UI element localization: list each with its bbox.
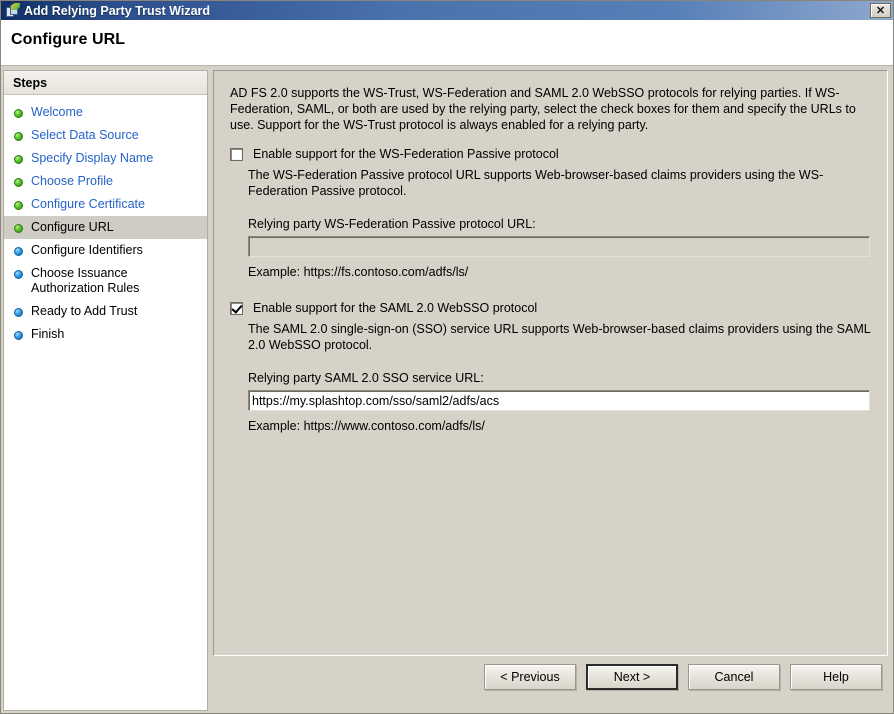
saml-example: Example: https://www.contoso.com/adfs/ls… [248,419,485,433]
sidebar-item-specify-display-name[interactable]: Specify Display Name [4,147,207,170]
sidebar-item-label: Configure Certificate [31,197,145,211]
step-status-icon [14,201,23,210]
wsfed-checkbox-label[interactable]: Enable support for the WS-Federation Pas… [253,147,559,161]
wizard-dialog: Add Relying Party Trust Wizard ✕ Configu… [0,0,894,714]
cancel-button[interactable]: Cancel [688,664,780,690]
step-status-icon [14,270,23,279]
sidebar-item-finish[interactable]: Finish [4,323,207,346]
steps-list: Welcome Select Data Source Specify Displ… [4,95,207,346]
wsfed-checkbox-row[interactable]: Enable support for the WS-Federation Pas… [230,147,871,161]
sidebar-item-welcome[interactable]: Welcome [4,101,207,124]
sidebar-item-label: Finish [31,327,65,341]
sidebar-item-label: Ready to Add Trust [31,304,138,318]
wsfed-description: The WS-Federation Passive protocol URL s… [248,168,824,198]
wsfed-example: Example: https://fs.contoso.com/adfs/ls/ [248,265,469,279]
step-status-icon [14,155,23,164]
saml-description: The SAML 2.0 single-sign-on (SSO) servic… [248,322,871,352]
next-button[interactable]: Next > [586,664,678,690]
sidebar-item-label: Welcome [31,105,83,119]
saml-url-input[interactable] [248,390,870,411]
wsfed-enable-checkbox[interactable] [230,147,243,161]
sidebar-item-label: Specify Display Name [31,151,154,165]
steps-sidebar: Steps Welcome Select Data Source Specify… [3,70,208,711]
saml-checkbox-label[interactable]: Enable support for the SAML 2.0 WebSSO p… [253,301,537,315]
footer-buttons: < Previous Next > Cancel Help [213,664,888,704]
page-title: Configure URL [11,31,126,48]
previous-button[interactable]: < Previous [484,664,576,690]
sidebar-item-label: Choose Profile [31,174,113,188]
content-panel: AD FS 2.0 supports the WS-Trust, WS-Fede… [213,70,888,656]
window-title: Add Relying Party Trust Wizard [24,3,211,18]
saml-url-label: Relying party SAML 2.0 SSO service URL: [248,371,484,385]
sidebar-item-configure-certificate[interactable]: Configure Certificate [4,193,207,216]
step-status-icon [14,224,23,233]
intro-paragraph: AD FS 2.0 supports the WS-Trust, WS-Fede… [230,86,856,132]
header-band: Configure URL [1,20,893,66]
sidebar-item-configure-identifiers[interactable]: Configure Identifiers [4,239,207,262]
sidebar-item-configure-url[interactable]: Configure URL [4,216,207,239]
sidebar-item-choose-issuance-authorization-rules[interactable]: Choose Issuance Authorization Rules [4,262,207,300]
steps-header-label: Steps [13,75,48,90]
sidebar-item-label: Configure URL [31,220,114,234]
wsfed-url-input[interactable] [248,236,870,257]
sidebar-item-label: Configure Identifiers [31,243,143,257]
step-status-icon [14,247,23,256]
sidebar-item-label: Choose Issuance Authorization Rules [31,266,140,295]
step-status-icon [14,308,23,317]
saml-enable-checkbox[interactable] [230,301,243,315]
step-status-icon [14,331,23,340]
sidebar-item-choose-profile[interactable]: Choose Profile [4,170,207,193]
wsfed-url-label: Relying party WS-Federation Passive prot… [248,217,536,231]
step-status-icon [14,132,23,141]
sidebar-item-label: Select Data Source [31,128,139,142]
step-status-icon [14,178,23,187]
wizard-icon [4,2,20,19]
title-bar: Add Relying Party Trust Wizard ✕ [1,1,893,20]
step-status-icon [14,109,23,118]
close-icon[interactable]: ✕ [870,3,891,18]
sidebar-item-select-data-source[interactable]: Select Data Source [4,124,207,147]
sidebar-item-ready-to-add-trust[interactable]: Ready to Add Trust [4,300,207,323]
saml-checkbox-row[interactable]: Enable support for the SAML 2.0 WebSSO p… [230,301,871,315]
help-button[interactable]: Help [790,664,882,690]
steps-header: Steps [4,71,207,95]
